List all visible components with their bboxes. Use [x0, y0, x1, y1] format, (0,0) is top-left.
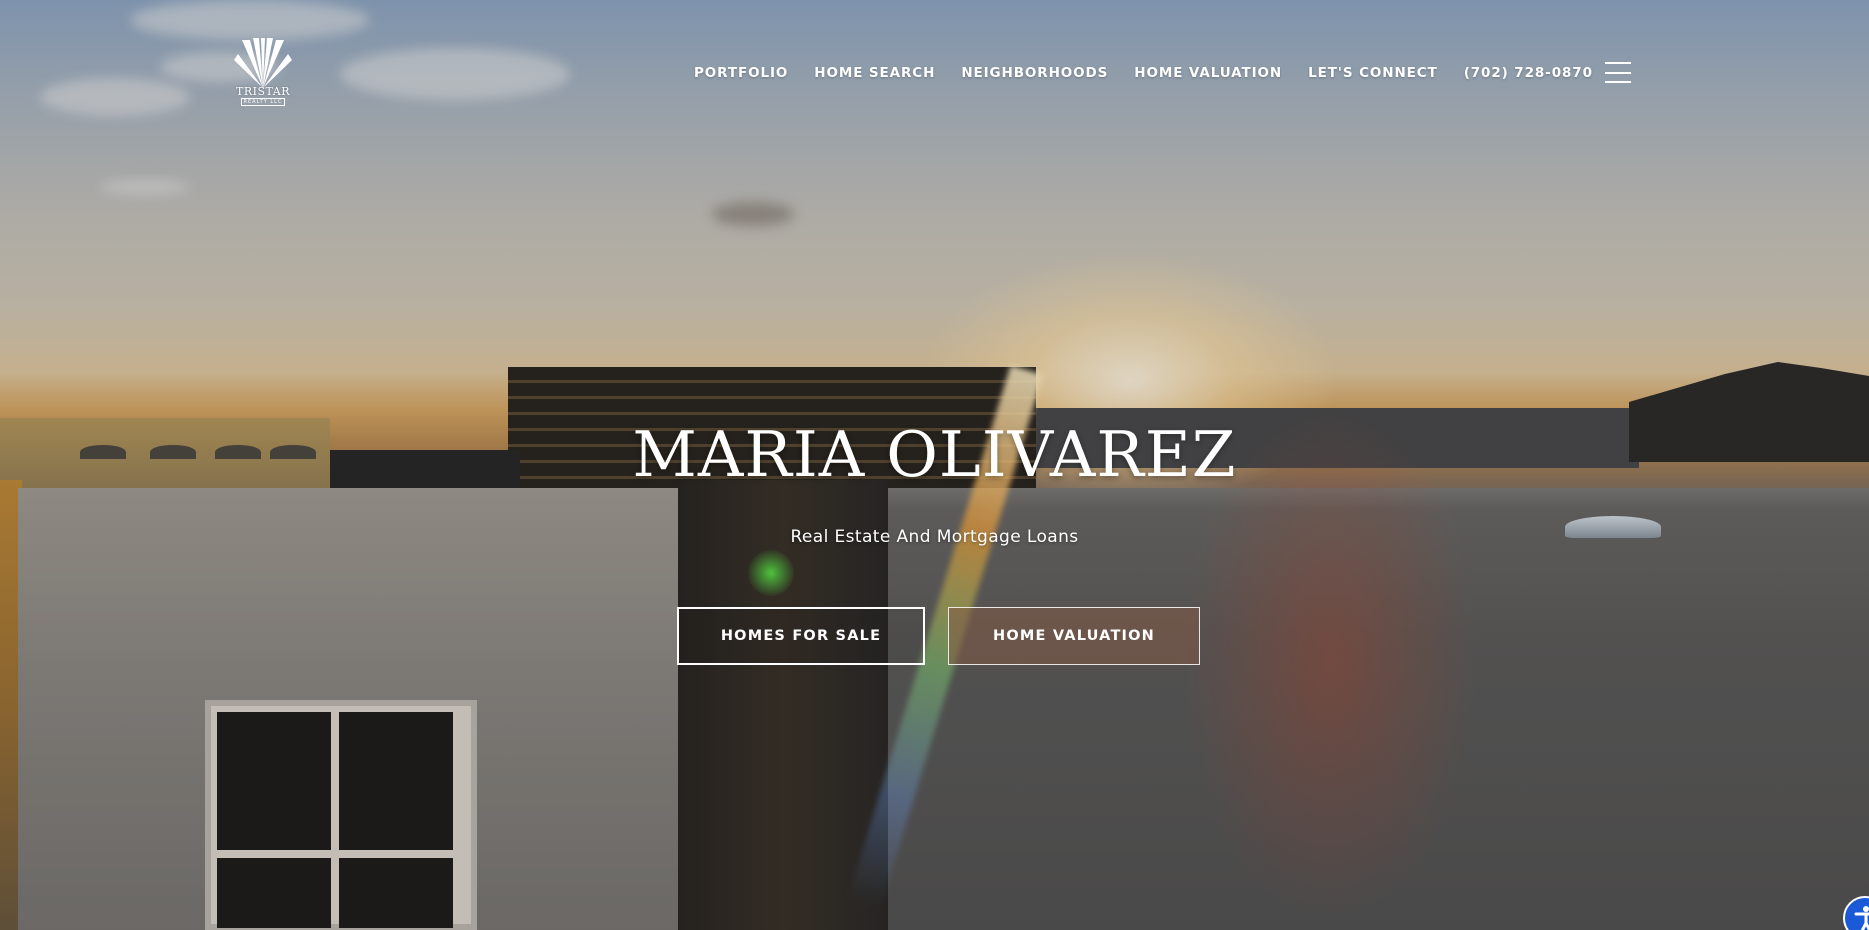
logo-text: TRISTAR	[236, 85, 290, 98]
home-valuation-button[interactable]: HOME VALUATION	[948, 607, 1200, 665]
main-nav: PORTFOLIO HOME SEARCH NEIGHBORHOODS HOME…	[694, 62, 1593, 84]
accessibility-icon	[1854, 906, 1869, 930]
menu-bar	[1605, 62, 1631, 64]
nav-home-search[interactable]: HOME SEARCH	[814, 65, 935, 81]
nav-portfolio[interactable]: PORTFOLIO	[694, 65, 788, 81]
hero-section: TRISTAR REALTY LLC PORTFOLIO HOME SEARCH…	[0, 0, 1869, 930]
site-logo[interactable]: TRISTAR REALTY LLC	[234, 38, 292, 110]
hero-subtitle: Real Estate And Mortgage Loans	[790, 527, 1079, 547]
homes-for-sale-button[interactable]: HOMES FOR SALE	[677, 607, 925, 665]
starburst-icon	[234, 38, 292, 88]
nav-phone-number[interactable]: (702) 728-0870	[1464, 65, 1593, 81]
nav-home-valuation[interactable]: HOME VALUATION	[1134, 65, 1282, 81]
menu-bar	[1605, 71, 1631, 74]
hamburger-menu-icon[interactable]	[1605, 62, 1631, 83]
logo-subtext: REALTY LLC	[240, 98, 286, 106]
menu-bar	[1605, 81, 1631, 83]
hero-title: MARIA OLIVAREZ	[632, 418, 1237, 491]
nav-lets-connect[interactable]: LET'S CONNECT	[1308, 65, 1438, 81]
nav-neighborhoods[interactable]: NEIGHBORHOODS	[961, 65, 1108, 81]
